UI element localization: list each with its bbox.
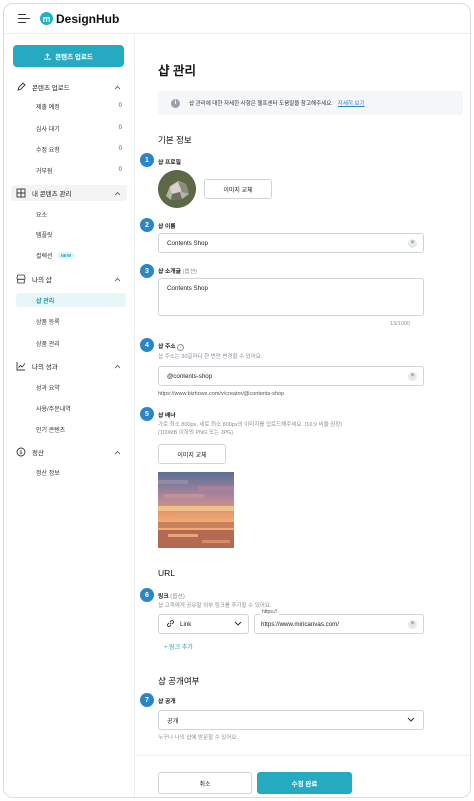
- sidebar-item-usage-orders[interactable]: 사용/주문내역: [16, 401, 126, 415]
- basic-info-title: 기본 정보: [158, 135, 192, 145]
- clear-icon[interactable]: ×: [408, 371, 417, 381]
- chart-icon: [16, 361, 26, 371]
- profile-avatar: [158, 170, 196, 208]
- char-counter: 13/1000: [390, 321, 410, 327]
- sidebar-item-shop-management[interactable]: 샵 관리: [16, 293, 126, 307]
- step-badge: 5: [140, 407, 154, 421]
- shop-intro-label: 샵 소개글 (옵션): [158, 269, 198, 275]
- new-badge: NEW: [56, 251, 76, 259]
- dollar-icon: $: [16, 447, 26, 457]
- step-badge: 2: [140, 218, 154, 232]
- step-badge: 1: [140, 153, 154, 167]
- sidebar-item-elements[interactable]: 요소: [16, 207, 126, 221]
- chevron-up-icon: [113, 362, 121, 370]
- public-status-select[interactable]: 공개: [158, 710, 424, 730]
- shop-url-preview: https://www.bizhows.com/v/creator/@conte…: [158, 391, 285, 397]
- grid-icon: [16, 188, 26, 198]
- cancel-button[interactable]: 취소: [158, 772, 252, 794]
- sidebar-item-review[interactable]: 심사 대기 0: [16, 121, 126, 135]
- sidebar-section-performance[interactable]: 나의 성과: [11, 358, 127, 374]
- sidebar-item-pending[interactable]: 제출 예정 0: [16, 99, 126, 113]
- sidebar-item-templates[interactable]: 템플릿: [16, 227, 126, 241]
- public-hint: 누구나 나의 샵에 방문할 수 있어요.: [158, 735, 239, 741]
- link-url-input[interactable]: https://www.miricanvas.com/ ×: [254, 614, 424, 634]
- sidebar-item-revision[interactable]: 수정 요청 0: [16, 142, 126, 156]
- step-badge: 4: [140, 338, 154, 352]
- link-hint: 샵 고객에게 공유할 외부 링크를 추가할 수 있어요.: [158, 603, 272, 609]
- logo[interactable]: m DesignHub: [40, 12, 119, 26]
- profile-label: 샵 프로필: [158, 160, 181, 166]
- chevron-up-icon: [113, 275, 121, 283]
- shop-address-input[interactable]: @contents-shop ×: [158, 366, 424, 386]
- banner-hint-format: (100MB 이하의 PNG 또는 JPG): [158, 430, 234, 436]
- main-content: 샵 관리 i 샵 관리에 대한 자세한 사항은 헬프센터 도움말을 참고해주세요…: [136, 35, 470, 797]
- sidebar: 콘텐츠 업로드 콘텐츠 업로드 제출 예정 0 심사 대기 0 수정 요청 0 거부됨…: [4, 35, 135, 797]
- sidebar-item-product-register[interactable]: 상품 등록: [16, 314, 126, 328]
- save-button[interactable]: 수정 완료: [257, 772, 352, 794]
- url-section-title: URL: [158, 568, 176, 578]
- chevron-down-icon: [407, 717, 415, 724]
- shop-banner-label: 샵 배너: [158, 413, 176, 419]
- pencil-icon: [16, 82, 26, 92]
- link-url-floating-label: https://: [260, 609, 280, 615]
- step-badge: 6: [140, 588, 154, 602]
- chevron-up-icon: [113, 83, 121, 91]
- sidebar-collapse-icon[interactable]: [18, 13, 30, 24]
- sidebar-section-upload[interactable]: 콘텐츠 업로드: [11, 79, 127, 95]
- banner-image: [158, 472, 234, 548]
- sidebar-section-settlement[interactable]: $ 정산: [11, 444, 127, 460]
- chevron-down-icon: [234, 621, 242, 628]
- info-icon: i: [171, 98, 180, 108]
- shop-address-label: 샵 주소 ?: [158, 341, 185, 351]
- shop-intro-textarea[interactable]: Contents Shop: [158, 278, 424, 316]
- sidebar-item-performance-summary[interactable]: 성과 요약: [16, 380, 126, 394]
- step-badge: 3: [140, 264, 154, 278]
- replace-profile-image-button[interactable]: 이미지 교체: [204, 179, 272, 199]
- upload-content-button[interactable]: 콘텐츠 업로드: [13, 45, 124, 67]
- link-label: 링크 (옵션): [158, 594, 185, 600]
- clear-icon[interactable]: ×: [408, 619, 417, 629]
- sidebar-item-popular-content[interactable]: 인기 콘텐츠: [16, 422, 126, 436]
- svg-text:$: $: [19, 450, 23, 456]
- public-section-title: 샵 공개여부: [158, 676, 200, 686]
- sidebar-item-rejected[interactable]: 거부됨 0: [16, 163, 126, 177]
- public-label: 샵 공개: [158, 699, 176, 705]
- shop-address-hint: 샵 주소는 30일마다 한 번만 변경할 수 있어요.: [158, 354, 263, 360]
- link-icon: [166, 619, 175, 630]
- chevron-up-icon: [113, 448, 121, 456]
- top-bar: m DesignHub: [4, 4, 470, 34]
- sidebar-item-collection[interactable]: 컬렉션 NEW: [16, 248, 126, 262]
- help-icon: ?: [177, 344, 185, 351]
- shop-name-input[interactable]: Contents Shop ×: [158, 233, 424, 253]
- sidebar-item-settlement-info[interactable]: 정산 정보: [16, 465, 126, 479]
- sidebar-section-my-content[interactable]: 내 콘텐츠 관리: [11, 185, 127, 201]
- link-type-select[interactable]: Link: [158, 614, 249, 634]
- banner-hint-size: 가로 최소 800px, 세로 최소 800px의 이미지를 업로드해주세요. …: [158, 422, 343, 428]
- learn-more-link[interactable]: 자세히 보기: [338, 99, 365, 107]
- logo-text: DesignHub: [56, 11, 120, 26]
- add-link-button[interactable]: + 링크 추가: [164, 642, 193, 651]
- form-footer: 취소 수정 완료: [136, 755, 470, 797]
- step-badge: 7: [140, 693, 154, 707]
- sidebar-item-product-management[interactable]: 상품 관리: [16, 336, 126, 350]
- app-window: m DesignHub 콘텐츠 업로드 콘텐츠 업로드 제출 예정 0 심사 대기…: [3, 3, 471, 798]
- sidebar-section-my-shop[interactable]: 나의 샵: [11, 271, 127, 287]
- page-title: 샵 관리: [158, 64, 196, 78]
- clear-icon[interactable]: ×: [408, 238, 417, 248]
- shop-name-label: 샵 이름: [158, 224, 176, 230]
- replace-banner-image-button[interactable]: 이미지 교체: [158, 444, 226, 464]
- info-banner: i 샵 관리에 대한 자세한 사항은 헬프센터 도움말을 참고해주세요. 자세히…: [158, 91, 463, 115]
- logo-mark: m: [40, 12, 53, 25]
- upload-icon: [44, 52, 51, 60]
- chevron-up-icon: [113, 189, 121, 197]
- shop-icon: [16, 274, 26, 284]
